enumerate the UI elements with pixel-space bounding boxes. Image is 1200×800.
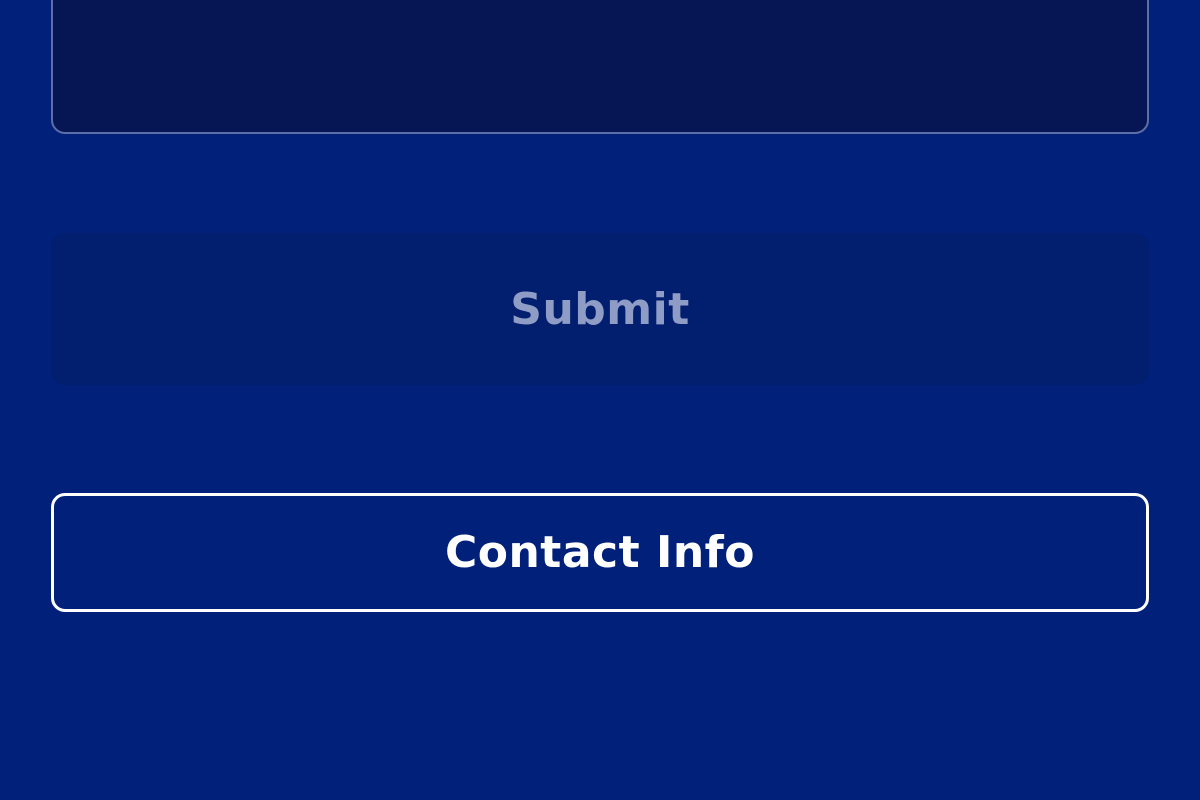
message-textarea[interactable] [53,0,1147,132]
contact-form-page: Submit Contact Info [0,0,1200,800]
contact-info-button[interactable]: Contact Info [51,493,1149,612]
message-field-container [51,0,1149,134]
submit-button[interactable]: Submit [51,233,1149,385]
